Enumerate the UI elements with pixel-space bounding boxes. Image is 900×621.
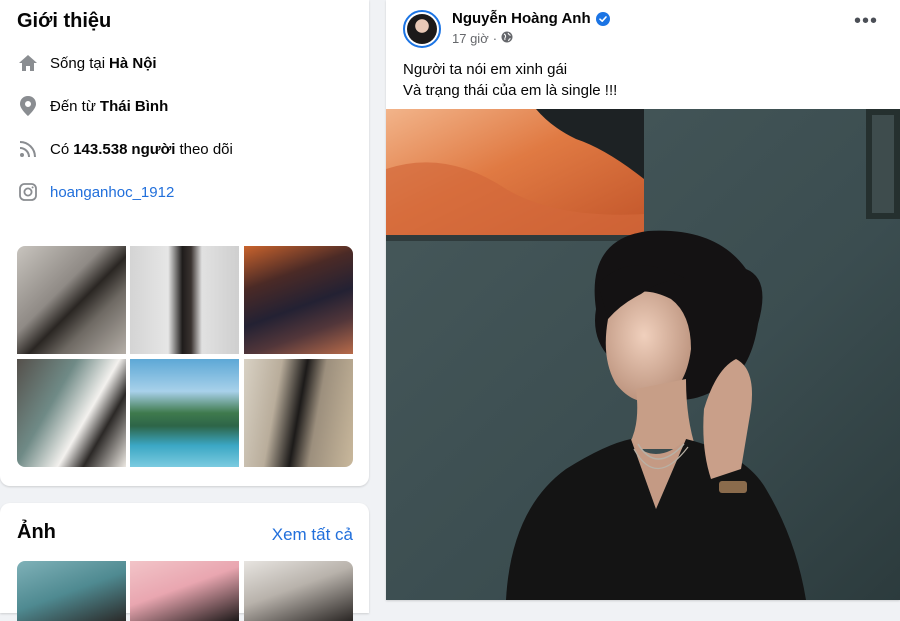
post-author: Nguyễn Hoàng Anh xyxy=(452,10,610,27)
rss-followers-icon xyxy=(17,138,39,160)
featured-photo-1[interactable] xyxy=(17,246,126,354)
photo-thumbnail-1[interactable] xyxy=(17,561,126,621)
verified-badge-icon xyxy=(595,11,610,26)
intro-lives-in: Sống tại Hà Nội xyxy=(17,51,161,75)
see-all-photos-link[interactable]: Xem tất cả xyxy=(272,525,353,545)
post-photo[interactable] xyxy=(386,109,900,600)
photos-thumbnails xyxy=(17,561,353,621)
post-time[interactable]: 17 giờ xyxy=(452,31,489,46)
from-city[interactable]: Thái Bình xyxy=(100,98,168,115)
followers-suffix: theo dõi xyxy=(179,140,233,158)
intro-from: Đến từ Thái Bình xyxy=(17,94,172,118)
featured-photo-4[interactable] xyxy=(17,359,126,467)
post-meta: 17 giờ · xyxy=(452,31,513,46)
featured-photo-5[interactable] xyxy=(130,359,239,467)
followers-prefix: Có xyxy=(50,140,70,158)
instagram-icon xyxy=(17,181,39,203)
globe-icon xyxy=(501,31,513,46)
location-pin-icon xyxy=(17,95,39,117)
intro-title: Giới thiệu xyxy=(17,10,112,32)
photos-card: Ảnh Xem tất cả xyxy=(0,503,369,621)
caption-line-2: Và trạng thái của em là single !!! xyxy=(403,82,618,99)
instagram-link[interactable]: hoanganhoc_1912 xyxy=(50,184,174,201)
photo-thumbnail-2[interactable] xyxy=(130,561,239,621)
intro-instagram: hoanganhoc_1912 xyxy=(17,180,174,204)
author-name[interactable]: Nguyễn Hoàng Anh xyxy=(452,10,591,27)
lives-in-city[interactable]: Hà Nội xyxy=(109,55,157,72)
intro-card: Giới thiệu Sống tại Hà Nội Đến từ Thái B… xyxy=(0,0,369,486)
featured-photo-3[interactable] xyxy=(244,246,353,354)
post-card: Nguyễn Hoàng Anh 17 giờ · ••• Người ta n… xyxy=(386,0,900,600)
intro-followers: Có 143.538 người theo dõi xyxy=(17,137,233,161)
photo-thumbnail-3[interactable] xyxy=(244,561,353,621)
followers-count: 143.538 xyxy=(73,140,128,158)
home-icon xyxy=(17,52,39,74)
post-photo-image xyxy=(386,109,900,600)
more-options-icon[interactable]: ••• xyxy=(854,11,878,31)
featured-photo-6[interactable] xyxy=(244,359,353,467)
lives-in-prefix: Sống tại xyxy=(50,54,106,72)
post-caption: Người ta nói em xinh gái Và trạng thái c… xyxy=(403,59,617,101)
featured-photos-grid xyxy=(17,246,353,467)
avatar-image xyxy=(407,14,437,44)
photos-title: Ảnh xyxy=(17,521,56,543)
featured-photo-2[interactable] xyxy=(130,246,239,354)
caption-line-1: Người ta nói em xinh gái xyxy=(403,61,568,78)
author-avatar[interactable] xyxy=(403,10,441,48)
meta-separator: · xyxy=(492,31,498,46)
from-prefix: Đến từ xyxy=(50,97,96,115)
followers-word: người xyxy=(131,140,176,158)
